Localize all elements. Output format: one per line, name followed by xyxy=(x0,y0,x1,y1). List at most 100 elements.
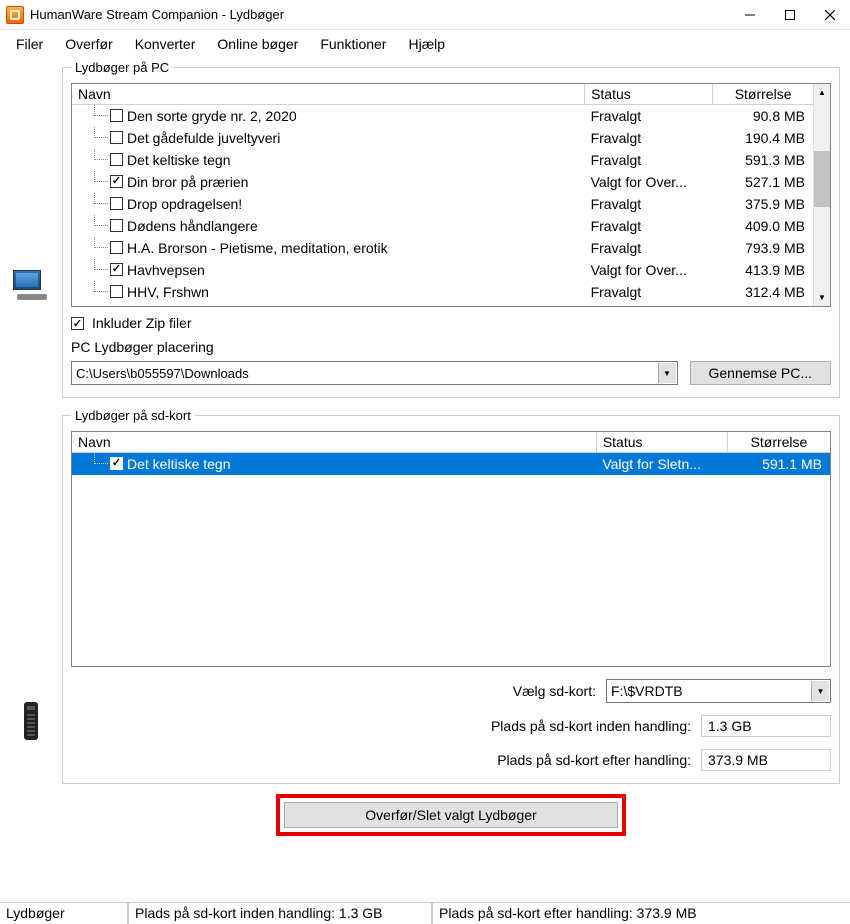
status-pane-2: Plads på sd-kort inden handling: 1.3 GB xyxy=(128,903,432,924)
row-checkbox[interactable] xyxy=(110,241,123,254)
sd-col-name[interactable]: Navn xyxy=(72,432,596,453)
sd-col-size[interactable]: Størrelse xyxy=(727,432,830,453)
space-after-value: 373.9 MB xyxy=(701,749,831,771)
row-name: Det keltiske tegn xyxy=(127,456,231,472)
row-size: 190.4 MB xyxy=(713,127,813,149)
row-status: Valgt for Over... xyxy=(585,259,713,281)
status-bar: Lydbøger Plads på sd-kort inden handling… xyxy=(0,902,850,924)
row-status: Fravalgt xyxy=(585,281,713,303)
table-row[interactable]: H.A. Brorson - Pietisme, meditation, ero… xyxy=(72,237,813,259)
close-button[interactable] xyxy=(810,0,850,30)
row-status: Fravalgt xyxy=(585,193,713,215)
row-checkbox[interactable] xyxy=(110,219,123,232)
status-pane-3: Plads på sd-kort efter handling: 373.9 M… xyxy=(432,903,850,924)
row-size: 591.3 MB xyxy=(713,149,813,171)
space-before-value: 1.3 GB xyxy=(701,715,831,737)
row-name: Den sorte gryde nr. 2, 2020 xyxy=(127,108,297,124)
status-pane-1: Lydbøger xyxy=(0,903,128,924)
row-size: 413.9 MB xyxy=(713,259,813,281)
transfer-delete-button[interactable]: Overfør/Slet valgt Lydbøger xyxy=(284,802,617,828)
row-size: 312.4 MB xyxy=(713,281,813,303)
include-zip-label[interactable]: Inkluder Zip filer xyxy=(92,315,192,331)
browse-pc-button[interactable]: Gennemse PC... xyxy=(690,361,832,385)
row-size: 793.9 MB xyxy=(713,237,813,259)
table-row[interactable]: HHV, Frshwn Fravalgt312.4 MB xyxy=(72,281,813,303)
pc-location-label: PC Lydbøger placering xyxy=(71,339,831,355)
pc-books-group: Lydbøger på PC Navn Status Størrelse Den… xyxy=(62,60,840,398)
row-status: Valgt for Sletn... xyxy=(596,453,727,475)
select-sd-label: Vælg sd-kort: xyxy=(513,683,596,699)
table-row[interactable]: Din bror på prærien Valgt for Over...527.… xyxy=(72,171,813,193)
row-name: Det keltiske tegn xyxy=(127,152,231,168)
row-name: Det gådefulde juveltyveri xyxy=(127,130,280,146)
table-row[interactable]: Det gådefulde juveltyveri Fravalgt190.4 M… xyxy=(72,127,813,149)
sd-books-group: Lydbøger på sd-kort Navn Status Størrels… xyxy=(62,408,840,784)
row-checkbox[interactable] xyxy=(110,131,123,144)
remote-icon xyxy=(24,702,38,740)
row-size: 527.1 MB xyxy=(713,171,813,193)
row-status: Valgt for Over... xyxy=(585,171,713,193)
row-size: 409.0 MB xyxy=(713,215,813,237)
table-row[interactable]: Dødens håndlangere Fravalgt409.0 MB xyxy=(72,215,813,237)
pc-col-size[interactable]: Størrelse xyxy=(713,84,813,105)
table-row[interactable]: Havhvepsen Valgt for Over...413.9 MB xyxy=(72,259,813,281)
select-sd-combo[interactable]: F:\$VRDTB ▼ xyxy=(606,679,831,703)
row-size: 90.8 MB xyxy=(713,105,813,127)
pc-scrollbar[interactable]: ▲ ▼ xyxy=(813,84,830,306)
row-status: Fravalgt xyxy=(585,237,713,259)
scroll-up-icon[interactable]: ▲ xyxy=(814,84,830,101)
row-size: 375.9 MB xyxy=(713,193,813,215)
table-row[interactable]: Det keltiske tegnFravalgt591.3 MB xyxy=(72,149,813,171)
menu-funktioner[interactable]: Funktioner xyxy=(310,34,396,54)
pc-books-table[interactable]: Navn Status Størrelse Den sorte gryde nr… xyxy=(71,83,831,307)
row-checkbox[interactable] xyxy=(110,263,123,276)
row-name: Din bror på prærien xyxy=(127,174,248,190)
row-name: Havhvepsen xyxy=(127,262,205,278)
sd-books-table[interactable]: Navn Status Størrelse Det keltiske tegn V… xyxy=(71,431,831,667)
dropdown-icon[interactable]: ▼ xyxy=(658,363,676,383)
table-row[interactable]: Drop opdragelsen! Fravalgt375.9 MB xyxy=(72,193,813,215)
table-row[interactable]: Det keltiske tegn Valgt for Sletn...591.1… xyxy=(72,453,830,475)
menu-filer[interactable]: Filer xyxy=(6,34,53,54)
menu-hjalp[interactable]: Hjælp xyxy=(398,34,455,54)
row-status: Fravalgt xyxy=(585,127,713,149)
space-before-label: Plads på sd-kort inden handling: xyxy=(491,718,691,734)
sd-col-status[interactable]: Status xyxy=(596,432,727,453)
row-name: HHV, Frshwn xyxy=(127,284,209,300)
scroll-down-icon[interactable]: ▼ xyxy=(814,289,830,306)
row-checkbox[interactable] xyxy=(110,457,123,470)
menu-konverter[interactable]: Konverter xyxy=(125,34,206,54)
pc-col-status[interactable]: Status xyxy=(585,84,713,105)
sd-books-legend: Lydbøger på sd-kort xyxy=(71,408,195,423)
row-checkbox[interactable] xyxy=(110,197,123,210)
maximize-button[interactable] xyxy=(770,0,810,30)
row-name: Drop opdragelsen! xyxy=(127,196,242,212)
row-size: 591.1 MB xyxy=(727,453,830,475)
app-icon xyxy=(6,6,24,24)
menu-bar: Filer Overfør Konverter Online bøger Fun… xyxy=(0,30,850,60)
row-status: Fravalgt xyxy=(585,105,713,127)
row-checkbox[interactable] xyxy=(110,175,123,188)
scroll-thumb[interactable] xyxy=(814,151,830,207)
window-title: HumanWare Stream Companion - Lydbøger xyxy=(30,7,730,22)
row-name: H.A. Brorson - Pietisme, meditation, ero… xyxy=(127,240,388,256)
row-name: Dødens håndlangere xyxy=(127,218,258,234)
pc-books-legend: Lydbøger på PC xyxy=(71,60,173,75)
select-sd-value: F:\$VRDTB xyxy=(611,683,683,699)
table-row[interactable]: Den sorte gryde nr. 2, 2020 Fravalgt90.8 … xyxy=(72,105,813,127)
menu-online-boger[interactable]: Online bøger xyxy=(207,34,308,54)
pc-icon xyxy=(13,270,49,302)
pc-col-name[interactable]: Navn xyxy=(72,84,585,105)
include-zip-checkbox[interactable] xyxy=(71,317,84,330)
menu-overfor[interactable]: Overfør xyxy=(55,34,122,54)
space-after-label: Plads på sd-kort efter handling: xyxy=(497,752,691,768)
row-checkbox[interactable] xyxy=(110,109,123,122)
row-status: Fravalgt xyxy=(585,215,713,237)
row-checkbox[interactable] xyxy=(110,153,123,166)
transfer-button-highlight: Overfør/Slet valgt Lydbøger xyxy=(276,794,625,836)
pc-location-combo[interactable]: C:\Users\b055597\Downloads ▼ xyxy=(71,361,678,385)
minimize-button[interactable] xyxy=(730,0,770,30)
title-bar: HumanWare Stream Companion - Lydbøger xyxy=(0,0,850,30)
dropdown-icon[interactable]: ▼ xyxy=(811,681,829,701)
row-checkbox[interactable] xyxy=(110,285,123,298)
